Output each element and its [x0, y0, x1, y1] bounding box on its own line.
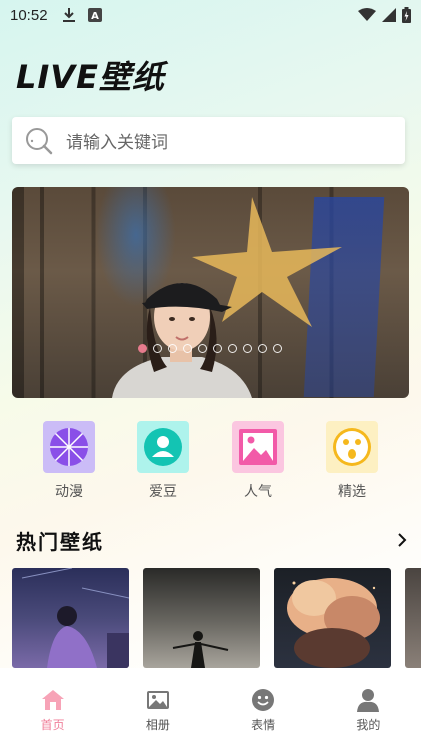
user-icon — [357, 689, 380, 712]
photo-album-icon — [146, 691, 169, 709]
signal-icon — [382, 8, 396, 22]
thumbnail-image — [21, 568, 129, 668]
category-row: 动漫 爱豆 人气 精选 — [0, 421, 421, 501]
wifi-icon — [358, 8, 376, 21]
carousel-dot[interactable] — [213, 344, 222, 353]
section-title: 热门壁纸 — [16, 529, 104, 554]
download-icon — [62, 8, 75, 22]
wallpaper-thumbnail[interactable] — [12, 568, 129, 668]
home-icon — [41, 690, 64, 710]
search-placeholder: 请输入关键词 — [66, 133, 168, 153]
image-icon — [232, 421, 284, 473]
category-anime[interactable]: 动漫 — [34, 421, 104, 501]
nav-label: 我的 — [356, 718, 381, 732]
nav-home[interactable]: 首页 — [0, 668, 105, 750]
surprised-face-icon — [326, 421, 378, 473]
chevron-right-icon[interactable] — [395, 533, 409, 547]
person-badge-icon — [137, 421, 189, 473]
wallpaper-thumbnail[interactable] — [143, 568, 260, 668]
svg-text:A: A — [91, 11, 99, 22]
category-popular[interactable]: 人气 — [223, 421, 293, 501]
carousel-dot[interactable] — [273, 344, 282, 353]
nav-label: 表情 — [251, 718, 276, 732]
thumbnail-image — [287, 578, 380, 668]
app-title: LIVE壁纸 — [16, 58, 165, 96]
carousel-dot[interactable] — [198, 344, 207, 353]
nav-label: 相册 — [145, 718, 170, 732]
status-time: 10:52 — [10, 6, 48, 24]
carousel-indicator — [138, 344, 282, 353]
search-icon — [26, 127, 53, 154]
search-input[interactable]: 请输入关键词 — [12, 117, 405, 164]
status-bar: 10:52 A — [0, 0, 421, 30]
battery-icon — [402, 7, 411, 23]
category-featured[interactable]: 精选 — [317, 421, 387, 501]
nav-album[interactable]: 相册 — [105, 668, 210, 750]
hot-wallpapers-header: 热门壁纸 — [16, 526, 409, 554]
nav-label: 首页 — [40, 718, 65, 732]
category-label: 人气 — [244, 484, 272, 500]
carousel-dot[interactable] — [258, 344, 267, 353]
carousel-dot[interactable] — [183, 344, 192, 353]
category-label: 动漫 — [55, 484, 83, 500]
a-notification-icon: A — [87, 8, 102, 22]
umbrella-icon — [43, 421, 95, 473]
carousel-dot[interactable] — [138, 344, 147, 353]
carousel-dot[interactable] — [228, 344, 237, 353]
smiley-icon — [252, 689, 275, 711]
wallpaper-thumbnail[interactable] — [405, 568, 421, 668]
category-idol[interactable]: 爱豆 — [128, 421, 198, 501]
nav-emoji[interactable]: 表情 — [211, 668, 316, 750]
banner-carousel[interactable] — [12, 187, 409, 398]
wallpaper-thumbnail[interactable] — [274, 568, 391, 668]
carousel-dot[interactable] — [168, 344, 177, 353]
banner-person-image — [112, 283, 252, 398]
nav-profile[interactable]: 我的 — [316, 668, 421, 750]
carousel-dot[interactable] — [153, 344, 162, 353]
category-label: 爱豆 — [149, 484, 177, 500]
category-label: 精选 — [338, 484, 366, 500]
thumbnail-image — [172, 631, 229, 668]
hot-wallpapers-list — [12, 568, 421, 668]
bottom-nav: 首页 相册 表情 我的 — [0, 668, 421, 750]
carousel-dot[interactable] — [243, 344, 252, 353]
